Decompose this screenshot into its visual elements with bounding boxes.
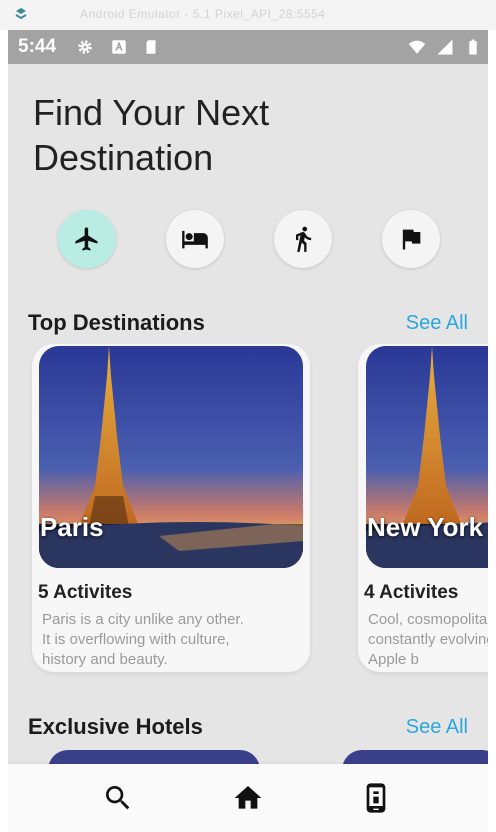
destination-description: Paris is a city unlike any other. It is … <box>42 611 244 668</box>
destination-city-label: Paris <box>40 512 104 542</box>
nav-search-button[interactable] <box>102 782 134 814</box>
status-bar: 5:44 <box>8 30 488 64</box>
top-destinations-see-all-link[interactable]: See All <box>406 312 468 335</box>
flag-icon <box>402 229 421 250</box>
sd-card-icon <box>146 40 156 54</box>
emulator-logo-icon <box>15 8 27 20</box>
category-hotels-button[interactable] <box>166 210 224 268</box>
page-title: Find Your Next Destination <box>33 92 270 178</box>
search-icon <box>106 786 130 810</box>
phone-screen: 5:44 Find Your Next Destination Top Dest… <box>8 30 488 832</box>
wifi-icon <box>408 40 426 54</box>
hiking-icon <box>296 226 312 252</box>
category-activities-button[interactable] <box>274 210 332 268</box>
nav-home-button[interactable] <box>232 782 264 814</box>
hotel-bed-icon <box>182 230 208 249</box>
home-icon <box>234 786 262 809</box>
battery-icon <box>469 39 477 55</box>
destination-city-label: New York <box>367 512 484 542</box>
phone-icon <box>366 783 386 813</box>
top-destinations-title: Top Destinations <box>28 310 205 335</box>
settings-gear-icon <box>78 40 92 54</box>
emulator-title: Android Emulator - 5.1 Pixel_API_28:5554 <box>80 7 326 21</box>
destination-description: Cool, cosmopolitan, crowded, constantly … <box>368 611 488 668</box>
destination-activities-count: 4 Activites <box>364 582 459 603</box>
category-landmarks-button[interactable] <box>382 210 440 268</box>
status-time: 5:44 <box>18 36 57 57</box>
airplane-icon <box>75 227 98 251</box>
exclusive-hotels-title: Exclusive Hotels <box>28 714 203 739</box>
exclusive-hotels-see-all-link[interactable]: See All <box>406 716 468 739</box>
bottom-navigation <box>8 764 488 832</box>
destination-activities-count: 5 Activites <box>38 582 133 603</box>
font-a-icon <box>112 40 126 54</box>
emulator-title-bar: Android Emulator - 5.1 Pixel_API_28:5554 <box>0 0 496 30</box>
nav-profile-button[interactable] <box>360 782 392 814</box>
signal-icon <box>437 39 453 55</box>
category-flights-button[interactable] <box>58 210 116 268</box>
